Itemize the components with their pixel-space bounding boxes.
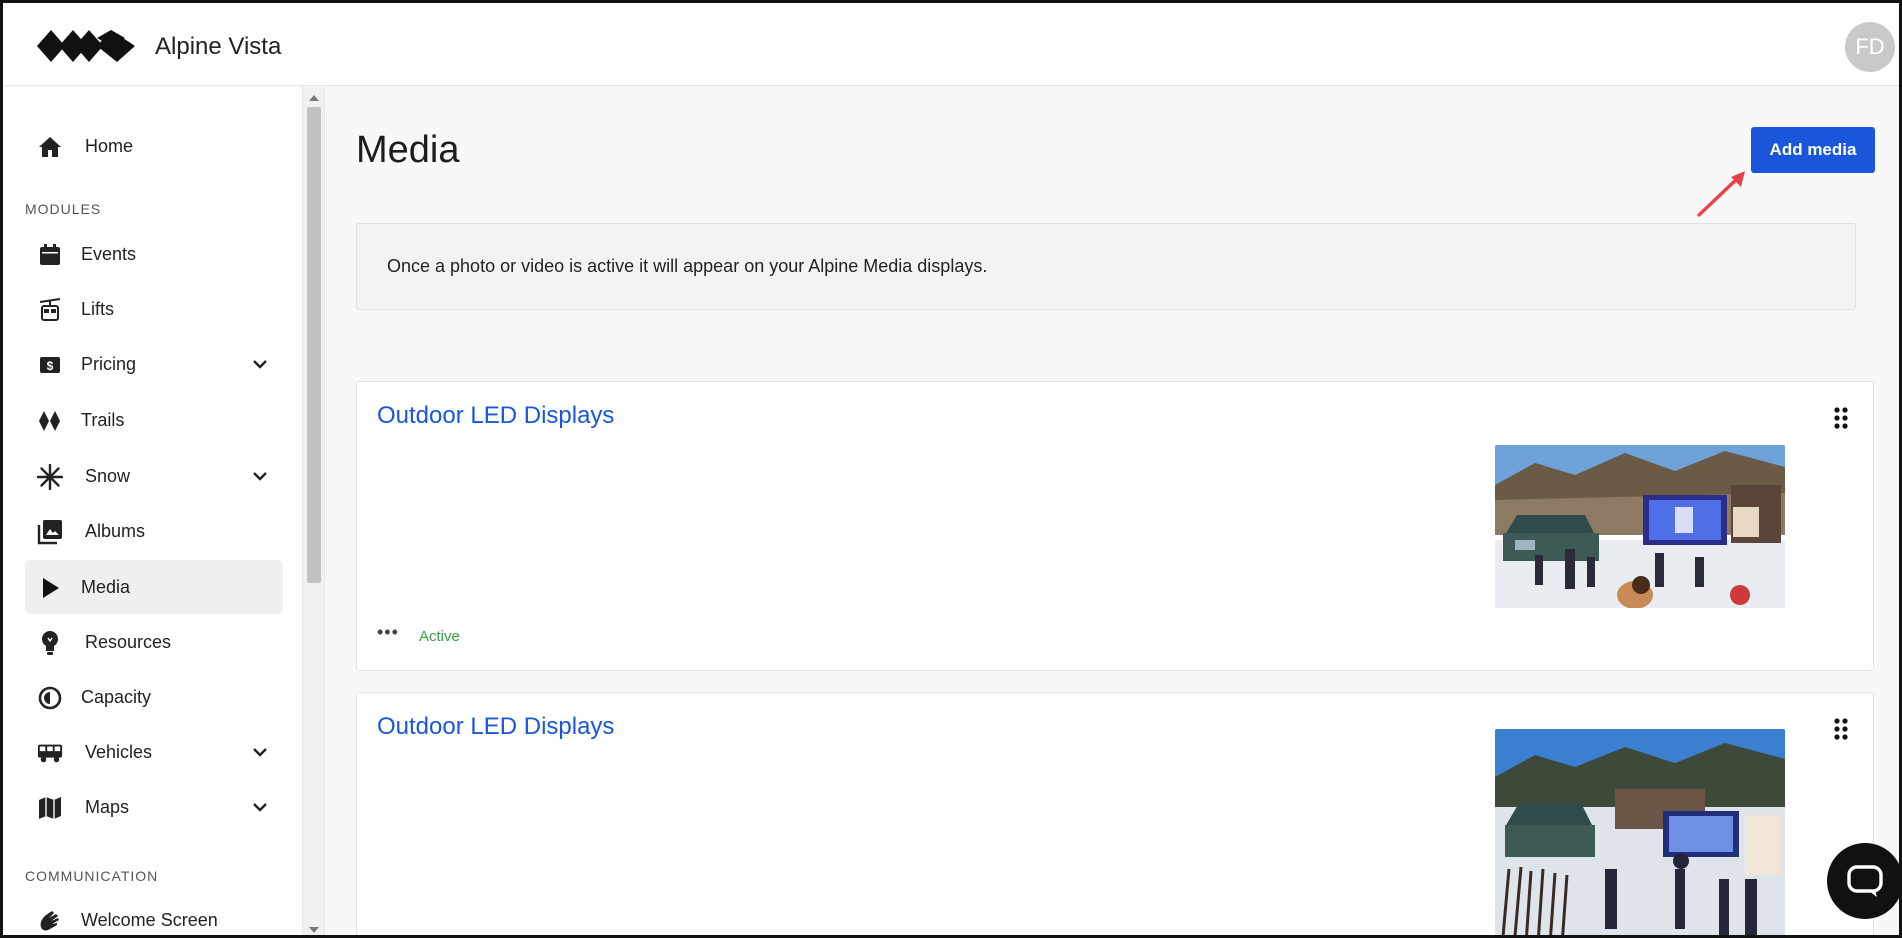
sidebar-item-trails[interactable]: Trails (25, 393, 283, 447)
main-content: Media Add media Once a photo or video is… (326, 87, 1899, 935)
chevron-down-icon[interactable] (251, 467, 269, 485)
alpine-logo-icon[interactable] (37, 28, 135, 64)
app-window: Alpine Vista FD Home MODULES Events Lift… (0, 0, 1902, 938)
sidebar-item-home[interactable]: Home (25, 119, 283, 173)
media-card[interactable]: Outdoor LED Displays (356, 692, 1874, 938)
annotation-arrow-icon (1697, 171, 1745, 217)
snowflake-icon (37, 464, 63, 490)
price-tag-icon: $ (37, 352, 63, 378)
gauge-icon (37, 685, 63, 711)
communication-section-label: COMMUNICATION (25, 868, 159, 884)
sidebar-item-capacity[interactable]: Capacity (25, 670, 283, 724)
waving-hand-icon (37, 908, 63, 934)
sidebar-item-maps[interactable]: Maps (25, 780, 283, 834)
bus-icon (37, 740, 63, 766)
sidebar-item-label: Welcome Screen (81, 910, 218, 930)
info-text: Once a photo or video is active it will … (387, 256, 988, 276)
media-card[interactable]: Outdoor LED Displays (356, 381, 1874, 671)
media-card-title[interactable]: Outdoor LED Displays (377, 402, 614, 430)
sidebar-item-label: Home (85, 136, 134, 156)
sidebar-item-label: Vehicles (85, 742, 153, 762)
more-options-button[interactable]: ••• (377, 622, 399, 643)
scroll-up-arrow-icon[interactable] (309, 95, 319, 101)
double-diamond-icon (37, 408, 63, 434)
app-title: Alpine Vista (155, 33, 282, 60)
modules-section-label: MODULES (25, 201, 102, 217)
sidebar-item-label: Snow (85, 466, 131, 486)
sidebar-item-label: Maps (85, 797, 130, 817)
sidebar-item-events[interactable]: Events (25, 227, 283, 281)
chevron-down-icon[interactable] (251, 798, 269, 816)
svg-text:$: $ (47, 359, 54, 373)
sidebar-item-pricing[interactable]: $ Pricing (25, 337, 283, 391)
status-badge: Active (419, 628, 460, 645)
sidebar-item-welcome-screen[interactable]: Welcome Screen (25, 893, 283, 935)
chat-bubble-icon (1847, 865, 1883, 897)
sidebar-item-label: Trails (81, 410, 125, 430)
info-banner: Once a photo or video is active it will … (356, 223, 1856, 310)
user-avatar[interactable]: FD (1845, 22, 1895, 72)
page-title: Media (356, 129, 460, 171)
sidebar-item-lifts[interactable]: Lifts (25, 282, 283, 336)
sidebar-item-albums[interactable]: Albums (25, 504, 283, 558)
scroll-thumb[interactable] (307, 107, 321, 583)
sidebar-item-label: Resources (85, 632, 172, 652)
drag-handle-icon[interactable] (1833, 406, 1849, 430)
photo-album-icon (37, 519, 63, 545)
play-icon (37, 575, 63, 601)
media-thumbnail[interactable] (1495, 729, 1785, 938)
scroll-down-arrow-icon[interactable] (309, 927, 319, 933)
home-icon (37, 134, 63, 160)
sidebar-item-label: Pricing (81, 354, 137, 374)
sidebar-item-media[interactable]: Media (25, 560, 283, 614)
sidebar-item-label: Events (81, 244, 137, 264)
chevron-down-icon[interactable] (251, 355, 269, 373)
calendar-icon (37, 242, 63, 268)
sidebar-item-vehicles[interactable]: Vehicles (25, 725, 283, 779)
sidebar-item-label: Lifts (81, 299, 115, 319)
map-icon (37, 795, 63, 821)
media-thumbnail[interactable] (1495, 445, 1785, 608)
sidebar: Home MODULES Events Lifts $ Pricing Trai… (3, 87, 303, 935)
sidebar-item-label: Albums (85, 521, 146, 541)
sidebar-item-resources[interactable]: Resources (25, 615, 283, 669)
gondola-icon (37, 297, 63, 323)
sidebar-item-label: Capacity (81, 687, 152, 707)
sidebar-item-label: Media (81, 577, 131, 597)
chat-launcher-button[interactable] (1827, 843, 1899, 919)
sidebar-item-snow[interactable]: Snow (25, 449, 283, 503)
lightbulb-icon (37, 630, 63, 656)
add-media-button[interactable]: Add media (1751, 127, 1875, 173)
chevron-down-icon[interactable] (251, 743, 269, 761)
media-card-title[interactable]: Outdoor LED Displays (377, 713, 614, 741)
drag-handle-icon[interactable] (1833, 717, 1849, 741)
sidebar-scrollbar[interactable] (303, 87, 325, 935)
top-bar: Alpine Vista FD (3, 3, 1899, 86)
